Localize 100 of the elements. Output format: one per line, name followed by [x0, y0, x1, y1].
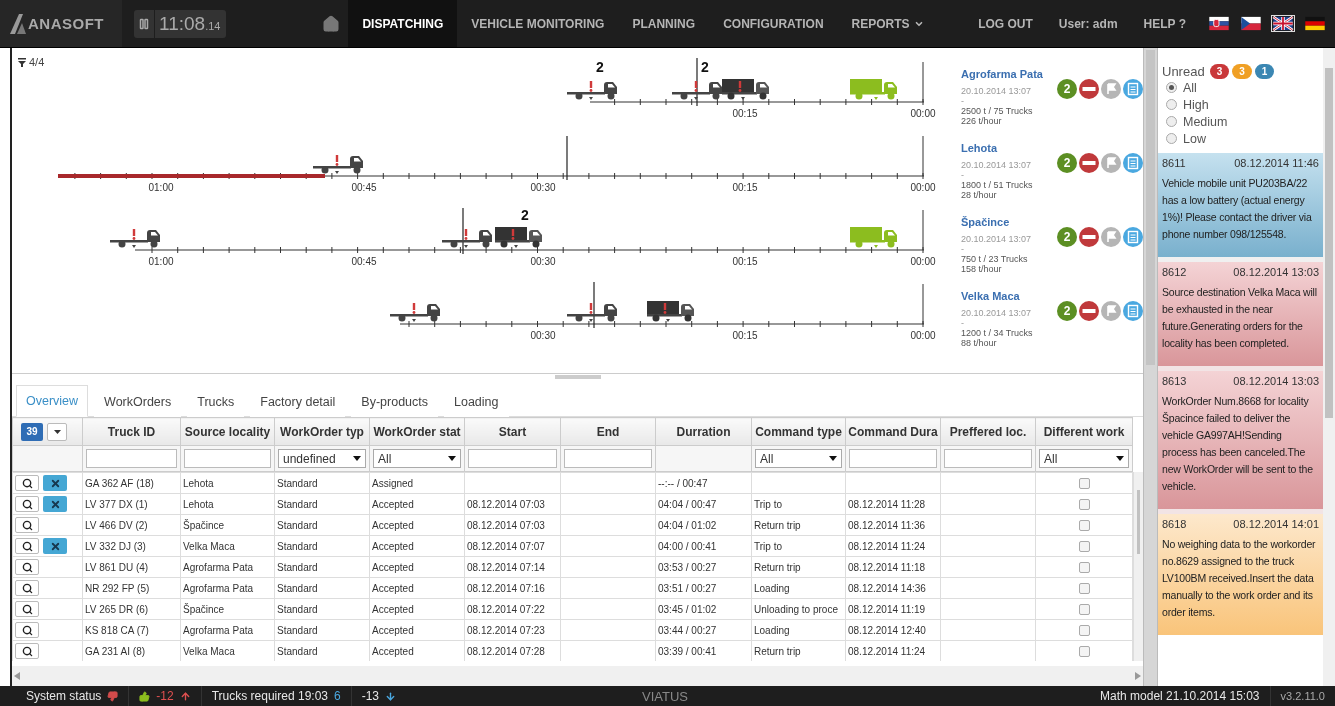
- search-button[interactable]: [15, 580, 39, 596]
- checkbox[interactable]: [1078, 477, 1090, 489]
- nav-item[interactable]: VEHICLE MONITORING: [457, 0, 619, 47]
- no-entry-icon[interactable]: [1079, 301, 1099, 321]
- count-button[interactable]: 39: [21, 422, 43, 441]
- cancel-button[interactable]: [43, 538, 67, 554]
- filter-field[interactable]: [944, 449, 1032, 468]
- filter-field[interactable]: [468, 449, 557, 468]
- checkbox[interactable]: [1078, 561, 1090, 573]
- column-header[interactable]: Truck ID: [82, 417, 181, 446]
- truck-count-badge[interactable]: 2: [1057, 153, 1077, 173]
- column-header[interactable]: Different work: [1035, 417, 1133, 446]
- dropdown-button[interactable]: [47, 422, 67, 441]
- list-icon[interactable]: [1123, 301, 1143, 321]
- filter-select[interactable]: All: [373, 449, 461, 468]
- help-link[interactable]: HELP ?: [1130, 16, 1199, 31]
- truck-icon[interactable]: [442, 229, 492, 248]
- filter-select[interactable]: All: [755, 449, 842, 468]
- column-header[interactable]: Command Dura: [845, 417, 941, 446]
- truck-count-badge[interactable]: 2: [1057, 301, 1077, 321]
- no-entry-icon[interactable]: [1079, 227, 1099, 247]
- scrollbar[interactable]: [12, 666, 1143, 686]
- search-button[interactable]: [15, 622, 39, 638]
- radio-button[interactable]: [1166, 116, 1177, 127]
- truck-icon[interactable]: [567, 81, 617, 100]
- truck-icon[interactable]: [647, 301, 694, 322]
- radio-button[interactable]: [1166, 99, 1177, 110]
- truck-icon[interactable]: [672, 81, 722, 100]
- filter-field[interactable]: [564, 449, 652, 468]
- nav-item[interactable]: PLANNING: [618, 0, 710, 47]
- filter-field[interactable]: [184, 449, 271, 468]
- checkbox[interactable]: [1078, 603, 1090, 615]
- flag-icon[interactable]: [1303, 15, 1327, 32]
- truck-icon[interactable]: [313, 155, 363, 174]
- column-header[interactable]: Start: [464, 417, 561, 446]
- scrollbar[interactable]: [1323, 48, 1335, 686]
- radio-label[interactable]: High: [1183, 97, 1209, 112]
- radio-label[interactable]: Low: [1183, 131, 1206, 146]
- nav-item[interactable]: DISPATCHING: [348, 0, 458, 47]
- scroll-right-icon[interactable]: [1135, 672, 1141, 680]
- search-button[interactable]: [15, 475, 39, 491]
- radio-button[interactable]: [1166, 133, 1177, 144]
- search-button[interactable]: [15, 643, 39, 659]
- flag-icon[interactable]: [1239, 15, 1263, 32]
- no-entry-icon[interactable]: [1079, 79, 1099, 99]
- list-icon[interactable]: [1123, 227, 1143, 247]
- column-header[interactable]: Preffered loc.: [940, 417, 1036, 446]
- radio-label[interactable]: Medium: [1183, 114, 1228, 129]
- nav-item[interactable]: REPORTS: [837, 0, 938, 47]
- search-button[interactable]: [15, 601, 39, 617]
- pause-button[interactable]: [134, 9, 154, 38]
- search-button[interactable]: [15, 517, 39, 533]
- checkbox[interactable]: [1078, 645, 1090, 657]
- truck-icon[interactable]: [390, 303, 440, 322]
- locality-link[interactable]: Lehota: [961, 142, 1057, 154]
- column-header[interactable]: WorkOrder stat: [369, 417, 465, 446]
- locality-link[interactable]: Agrofarma Pata: [961, 68, 1057, 80]
- checkbox[interactable]: [1078, 624, 1090, 636]
- locality-link[interactable]: Špačince: [961, 216, 1057, 228]
- column-header[interactable]: Durration: [655, 417, 752, 446]
- list-icon[interactable]: [1123, 153, 1143, 173]
- message-card[interactable]: 8611 08.12.2014 11:46 Vehicle mobile unit PU203BA/22 has a low battery (actual energy 1%)! Please contact the driver via phone number 098/125548.: [1158, 153, 1323, 262]
- truck-icon[interactable]: [495, 227, 542, 248]
- list-icon[interactable]: [1123, 79, 1143, 99]
- radio-button[interactable]: [1166, 82, 1177, 93]
- checkbox[interactable]: [1078, 540, 1090, 552]
- search-button[interactable]: [15, 496, 39, 512]
- truck-icon[interactable]: [110, 229, 160, 248]
- logout-link[interactable]: LOG OUT: [965, 16, 1046, 31]
- scrollbar[interactable]: [1143, 48, 1157, 686]
- cancel-button[interactable]: [43, 475, 67, 491]
- flag-icon[interactable]: [1207, 15, 1231, 32]
- truck-count-badge[interactable]: 2: [1057, 227, 1077, 247]
- filter-select[interactable]: undefined: [278, 449, 366, 468]
- splitter-handle[interactable]: [554, 375, 601, 379]
- message-card[interactable]: 8613 08.12.2014 13:03 WorkOrder Num.8668 for locality Špacince failed to deliver the vehicle GA997AH!Sending process has been canceled.The new WorkOrder will be sent to the vehicle.: [1158, 371, 1323, 514]
- locality-link[interactable]: Velka Maca: [961, 290, 1057, 302]
- checkbox[interactable]: [1078, 519, 1090, 531]
- truck-icon[interactable]: [722, 79, 769, 100]
- search-button[interactable]: [15, 538, 39, 554]
- truck-count-badge[interactable]: 2: [1057, 79, 1077, 99]
- checkbox[interactable]: [1078, 582, 1090, 594]
- column-header[interactable]: Source locality: [180, 417, 275, 446]
- column-header[interactable]: WorkOrder typ: [274, 417, 370, 446]
- filter-select[interactable]: All: [1039, 449, 1129, 468]
- radio-label[interactable]: All: [1183, 80, 1197, 95]
- message-card[interactable]: 8612 08.12.2014 13:03 Source destination Velka Maca will be exhausted in the near future.Generating orders for the locality has been completed.: [1158, 262, 1323, 371]
- nav-item[interactable]: CONFIGURATION: [709, 0, 838, 47]
- column-header[interactable]: End: [560, 417, 656, 446]
- truck-icon[interactable]: [567, 303, 617, 322]
- filter-count[interactable]: 4/4: [18, 56, 45, 68]
- no-entry-icon[interactable]: [1079, 153, 1099, 173]
- cancel-button[interactable]: [43, 496, 67, 512]
- checkbox[interactable]: [1078, 498, 1090, 510]
- scroll-left-icon[interactable]: [14, 672, 20, 680]
- column-header[interactable]: Command type: [751, 417, 846, 446]
- tab[interactable]: Overview: [16, 385, 89, 417]
- scrollbar[interactable]: [1133, 472, 1143, 661]
- filter-field[interactable]: [849, 449, 937, 468]
- filter-field[interactable]: [86, 449, 177, 468]
